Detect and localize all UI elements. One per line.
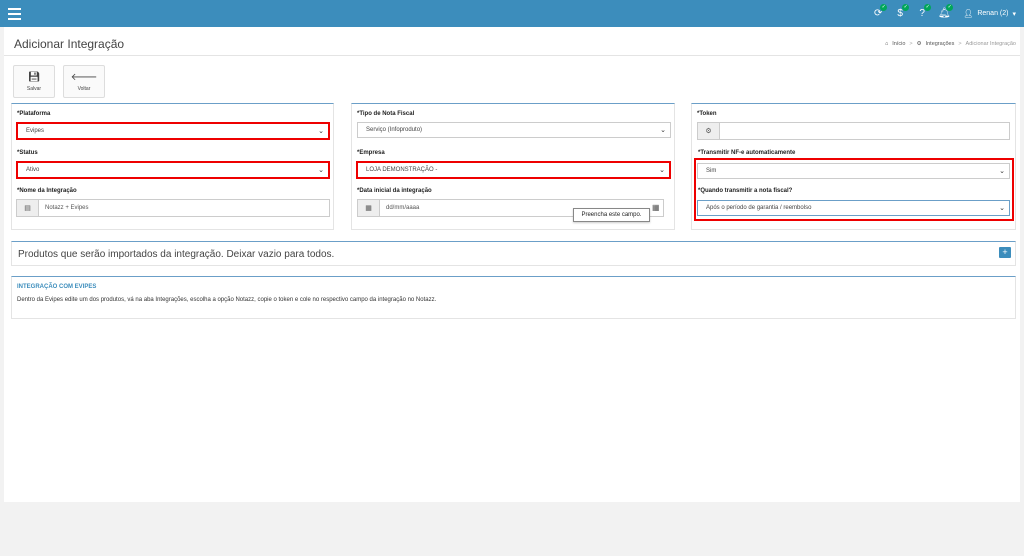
navbar-icons: ⟳ ✓ $ ✓ ? ✓ 🔔︎ ✓ 👤︎ Renan (2) ▾ [867,0,1016,27]
chevron-down-icon: ⌄ [660,127,666,134]
caret-down-icon: ▾ [1012,10,1016,18]
quando-label: *Quando transmitir a nota fiscal? [698,188,793,194]
dollar-icon[interactable]: $ ✓ [889,0,911,27]
help-icon[interactable]: ? ✓ [911,0,933,27]
empresa-label: *Empresa [357,150,385,156]
plus-icon: + [1002,247,1008,257]
back-button[interactable]: 🡐 Voltar [63,65,105,98]
nome-input[interactable]: ▤ Notazz + Evipes [16,199,330,217]
cogs-icon: ⚙ [698,123,720,139]
user-menu[interactable]: 👤︎ Renan (2) ▾ [963,9,1016,18]
back-label: Voltar [77,86,91,92]
menu-icon[interactable] [8,8,21,20]
nome-label: *Nome da Integração [17,188,77,194]
plataforma-value: Evipes [26,128,45,134]
chevron-down-icon: ⌄ [318,167,324,174]
nome-value: Notazz + Evipes [45,205,89,211]
save-icon: 💾︎ [27,71,41,83]
quando-select[interactable]: Após o período de garantia / reembolso ⌄ [697,200,1010,216]
user-icon: 👤︎ [963,9,974,18]
data-label: *Data inicial da integração [357,188,432,194]
tipo-value: Serviço (Infoproduto) [366,127,423,133]
chevron-down-icon: ⌄ [999,205,1005,212]
status-value: Ativo [26,167,40,173]
empresa-value: LOJA DEMONSTRAÇÃO - [366,167,438,173]
plataforma-select[interactable]: Evipes ⌄ [16,122,330,140]
breadcrumb-integracoes[interactable]: Integrações [926,41,955,47]
transmitir-select[interactable]: Sim ⌄ [697,163,1010,179]
empresa-select[interactable]: LOJA DEMONSTRAÇÃO - ⌄ [356,161,671,179]
tipo-select[interactable]: Serviço (Infoproduto) ⌄ [357,122,671,138]
cogs-icon: ⚙ [916,41,922,47]
add-product-button[interactable]: + [999,247,1011,258]
id-card-icon: ▤ [17,200,39,216]
token-label: *Token [697,111,717,117]
save-button[interactable]: 💾︎ Salvar [13,65,55,98]
tipo-label: *Tipo de Nota Fiscal [357,111,415,117]
transmitir-label: *Transmitir NF-e automaticamente [698,150,796,156]
transmitir-value: Sim [706,168,717,174]
info-title: INTEGRAÇÃO COM EVIPES [17,284,97,290]
page-title: Adicionar Integração [14,37,125,51]
save-label: Salvar [26,85,42,92]
info-text: Dentro da Evipes edite um dos produtos, … [17,297,437,303]
date-picker-icon[interactable]: ▦ [652,203,660,212]
status-label: *Status [17,150,38,156]
plataforma-label: *Plataforma [17,111,51,117]
page-header: Adicionar Integração ⌂ Início > ⚙ Integr… [4,27,1020,56]
chevron-down-icon: ⌄ [999,168,1005,175]
status-select[interactable]: Ativo ⌄ [16,161,330,179]
breadcrumb-current: Adicionar Integração [965,41,1016,47]
validation-tooltip: Preencha este campo. [573,208,650,222]
breadcrumb-home[interactable]: Início [892,41,905,47]
chevron-down-icon: ⌄ [318,128,324,135]
refresh-icon[interactable]: ⟳ ✓ [867,0,889,27]
data-placeholder: dd/mm/aaaa [386,205,420,211]
products-title: Produtos que serão importados da integra… [18,249,335,260]
calendar-icon: ▦ [358,200,380,216]
top-navbar: ⟳ ✓ $ ✓ ? ✓ 🔔︎ ✓ 👤︎ Renan (2) ▾ [0,0,1024,27]
arrow-left-icon: 🡐 [70,72,98,83]
chevron-down-icon: ⌄ [659,167,665,174]
token-input[interactable]: ⚙ [697,122,1010,140]
breadcrumb: ⌂ Início > ⚙ Integrações > Adicionar Int… [884,41,1016,47]
home-icon: ⌂ [884,41,889,47]
bell-icon[interactable]: 🔔︎ ✓ [933,0,955,27]
user-name: Renan (2) [977,10,1009,17]
quando-value: Após o período de garantia / reembolso [706,205,812,211]
